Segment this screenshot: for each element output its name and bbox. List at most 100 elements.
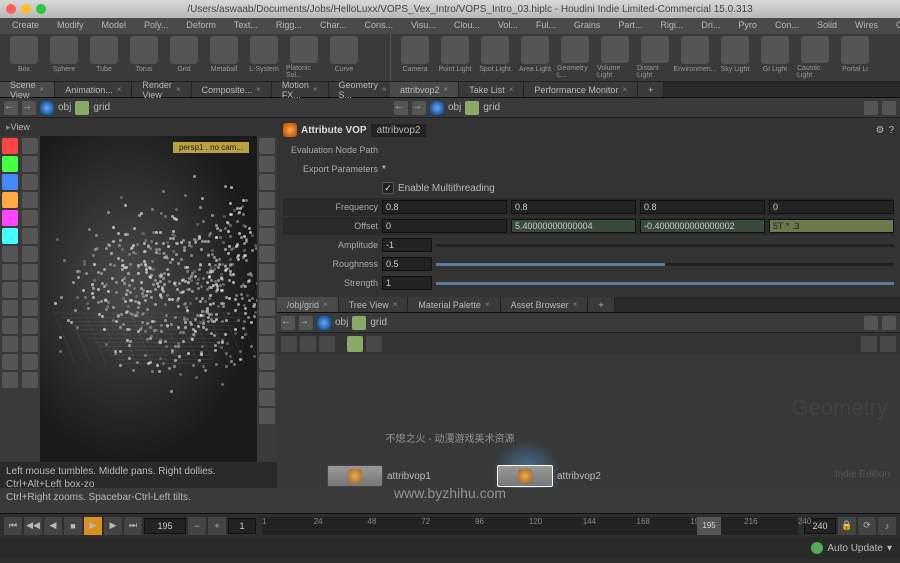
tool-button-7[interactable] xyxy=(259,264,275,280)
nav-back-icon[interactable]: ← xyxy=(281,316,295,330)
nav-back-icon[interactable]: ← xyxy=(4,101,18,115)
frequency-z[interactable] xyxy=(640,200,765,214)
path-obj[interactable]: obj xyxy=(448,102,461,113)
tab-motionfx[interactable]: Motion FX... × xyxy=(272,82,329,97)
pin-icon[interactable] xyxy=(864,101,878,115)
shelf-arealight[interactable]: Area Light xyxy=(517,36,553,79)
tool-button-11[interactable] xyxy=(22,336,38,352)
next-frame-button[interactable]: ▶ xyxy=(104,517,122,535)
path-obj[interactable]: obj xyxy=(335,317,348,328)
tool-button-9[interactable] xyxy=(22,300,38,316)
tool-button-15[interactable] xyxy=(259,408,275,424)
frame-dec-button[interactable]: − xyxy=(188,517,206,535)
menu-modify[interactable]: Modify xyxy=(49,18,92,34)
playhead[interactable]: 195 xyxy=(697,517,721,535)
tool-button-1[interactable] xyxy=(22,156,38,172)
tool-button-0[interactable] xyxy=(22,138,38,154)
frequency-x[interactable] xyxy=(382,200,507,214)
menu-crow[interactable]: Crow... xyxy=(888,18,900,34)
current-frame-field[interactable] xyxy=(144,518,186,534)
menu-grains[interactable]: Grains xyxy=(566,18,609,34)
multithread-checkbox[interactable]: ✓ xyxy=(382,182,394,194)
tool-button-6[interactable] xyxy=(2,246,18,262)
last-frame-button[interactable]: ⏭ xyxy=(124,517,142,535)
menu-solid[interactable]: Solid xyxy=(809,18,845,34)
shelf-grid[interactable]: Grid xyxy=(166,36,202,79)
menu-vol[interactable]: Vol... xyxy=(490,18,526,34)
realtime-icon[interactable]: ⟳ xyxy=(858,517,876,535)
amplitude-slider[interactable] xyxy=(436,244,894,247)
nav-fwd-icon[interactable]: → xyxy=(412,101,426,115)
menu-visu[interactable]: Visu... xyxy=(403,18,444,34)
frame-inc-button[interactable]: + xyxy=(208,517,226,535)
timeline-ruler[interactable]: 124487296120144168192195216240 xyxy=(262,517,798,535)
tool-button-2[interactable] xyxy=(2,174,18,190)
shelf-skylight[interactable]: Sky Light xyxy=(717,36,753,79)
offset-z[interactable] xyxy=(640,219,765,233)
amplitude-field[interactable] xyxy=(382,238,432,252)
grid-node-icon[interactable] xyxy=(75,101,89,115)
tool-button-9[interactable] xyxy=(2,300,18,316)
tool-button-8[interactable] xyxy=(259,282,275,298)
options-icon[interactable] xyxy=(880,336,896,352)
maximize-window-icon[interactable] xyxy=(36,4,46,14)
tab-animation[interactable]: Animation... × xyxy=(55,82,132,97)
grid-node-icon[interactable] xyxy=(465,101,479,115)
expand-icon[interactable] xyxy=(366,336,382,352)
nav-back-icon[interactable]: ← xyxy=(394,101,408,115)
menu-pyro[interactable]: Pyro ... xyxy=(730,18,765,34)
shelf-distantlight[interactable]: Distant Light xyxy=(637,36,673,79)
tab-renderview[interactable]: Render View × xyxy=(132,82,191,97)
tool-button-7[interactable] xyxy=(22,264,38,280)
menu-text[interactable]: Text... xyxy=(226,18,266,34)
menu-cons[interactable]: Cons... xyxy=(356,18,401,34)
shelf-box[interactable]: Box xyxy=(6,36,42,79)
menu-clou[interactable]: Clou... xyxy=(446,18,488,34)
tool-button-5[interactable] xyxy=(259,228,275,244)
shelf-environmen[interactable]: Environmen... xyxy=(677,36,713,79)
minimize-window-icon[interactable] xyxy=(21,4,31,14)
shelf-sphere[interactable]: Sphere xyxy=(46,36,82,79)
tool-button-12[interactable] xyxy=(259,354,275,370)
tool-button-12[interactable] xyxy=(22,354,38,370)
menu-poly[interactable]: Poly... xyxy=(136,18,176,34)
tool-button-0[interactable] xyxy=(2,138,18,154)
detail-view-icon[interactable] xyxy=(319,336,335,352)
roughness-slider[interactable] xyxy=(436,263,894,266)
shelf-portalli[interactable]: Portal Li xyxy=(837,36,873,79)
add-tab-button[interactable]: + xyxy=(638,82,664,97)
tool-button-10[interactable] xyxy=(259,318,275,334)
tool-button-4[interactable] xyxy=(22,210,38,226)
tool-button-3[interactable] xyxy=(22,192,38,208)
strength-field[interactable] xyxy=(382,276,432,290)
shelf-gilight[interactable]: GI Light xyxy=(757,36,793,79)
strength-slider[interactable] xyxy=(436,282,894,285)
stop-button[interactable]: ■ xyxy=(64,517,82,535)
range-lock-icon[interactable]: 🔒 xyxy=(838,517,856,535)
tool-button-3[interactable] xyxy=(259,192,275,208)
tool-button-1[interactable] xyxy=(2,156,18,172)
tab-takelist[interactable]: Take List × xyxy=(459,82,524,97)
tool-button-3[interactable] xyxy=(2,192,18,208)
tool-button-2[interactable] xyxy=(259,174,275,190)
menu-part[interactable]: Part... xyxy=(610,18,650,34)
start-frame-field[interactable] xyxy=(228,518,256,534)
shelf-pointlight[interactable]: Point Light xyxy=(437,36,473,79)
prev-frame-button[interactable]: ◀ xyxy=(44,517,62,535)
tool-button-10[interactable] xyxy=(22,318,38,334)
menu-deform[interactable]: Deform xyxy=(178,18,224,34)
gear-icon[interactable] xyxy=(882,316,896,330)
node-name-field[interactable]: attribvop2 xyxy=(371,124,427,137)
tab-geometrys[interactable]: Geometry S... × xyxy=(329,82,398,97)
tab-composite[interactable]: Composite... × xyxy=(192,82,272,97)
nav-fwd-icon[interactable]: → xyxy=(22,101,36,115)
tab-performancemonitor[interactable]: Performance Monitor × xyxy=(524,82,638,97)
tool-button-8[interactable] xyxy=(22,282,38,298)
tool-button-5[interactable] xyxy=(2,228,18,244)
tab-attribvop2[interactable]: attribvop2 × xyxy=(390,82,459,97)
shelf-lsystem[interactable]: L-System xyxy=(246,36,282,79)
path-node[interactable]: grid xyxy=(483,102,500,113)
roughness-field[interactable] xyxy=(382,257,432,271)
tool-button-1[interactable] xyxy=(259,156,275,172)
tab-treeview[interactable]: Tree View × xyxy=(339,297,409,312)
